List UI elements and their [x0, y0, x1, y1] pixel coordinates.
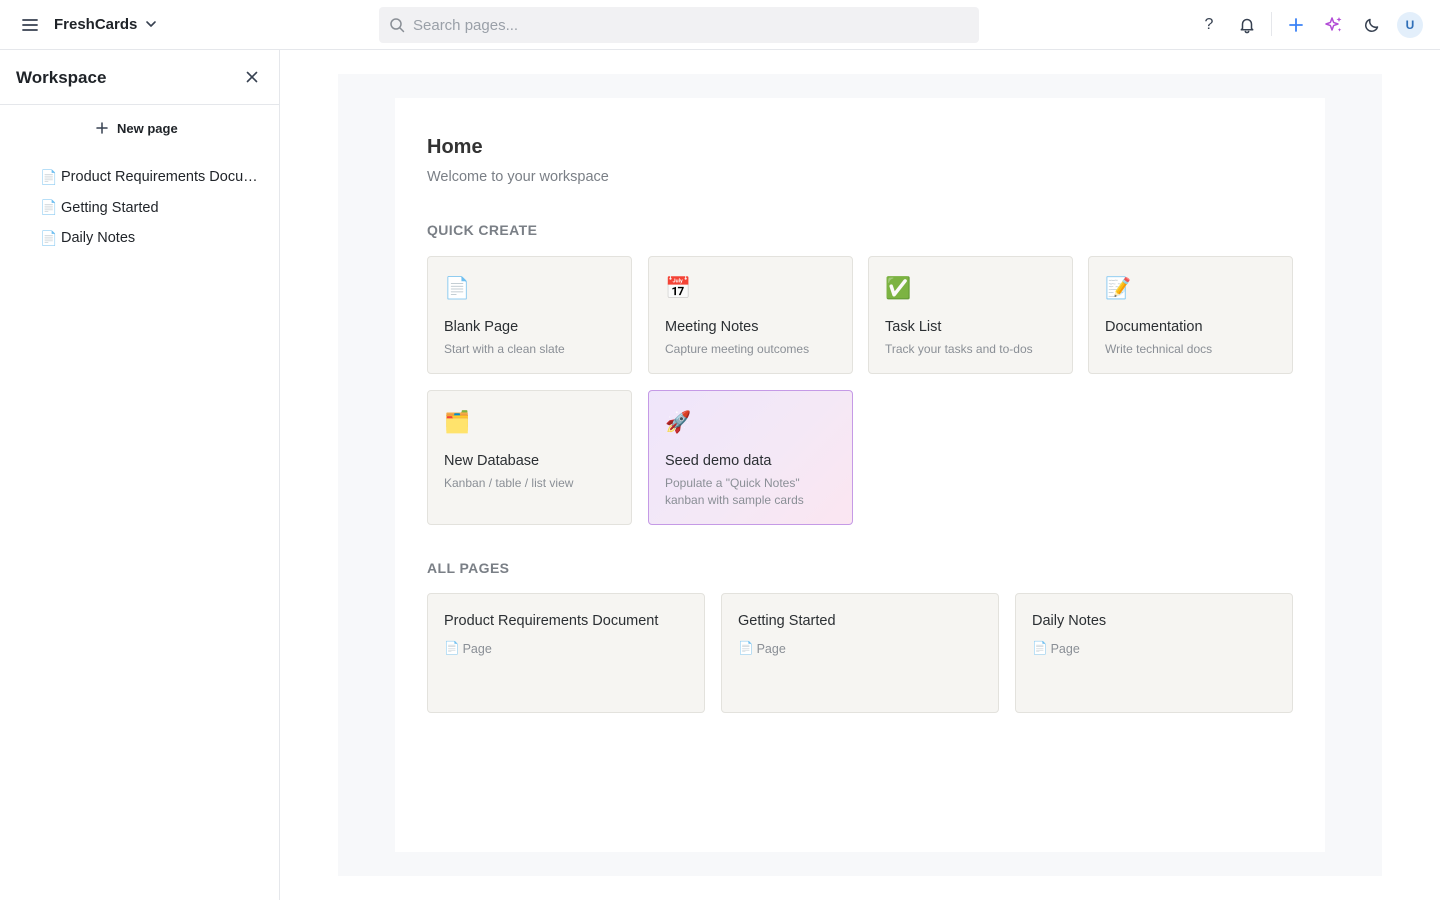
quick-create-documentation[interactable]: 📝 Documentation Write technical docs — [1088, 256, 1293, 374]
quick-create-meeting-notes[interactable]: 📅 Meeting Notes Capture meeting outcomes — [648, 256, 853, 374]
all-pages-heading: ALL PAGES — [427, 560, 510, 576]
plus-icon — [95, 121, 109, 135]
page-card-daily-notes[interactable]: Daily Notes 📄 Page — [1015, 593, 1293, 713]
card-title: Task List — [885, 319, 942, 335]
card-title: New Database — [444, 453, 540, 469]
quick-create-blank-page[interactable]: 📄 Blank Page Start with a clean slate — [427, 256, 632, 374]
quick-create-task-list[interactable]: ✅ Task List Track your tasks and to-dos — [868, 256, 1073, 374]
page-type: 📄 Page — [738, 641, 786, 656]
sidebar-item-getting-started[interactable]: 📄 Getting Started — [40, 193, 260, 224]
page-title: Home — [427, 136, 483, 158]
moon-icon[interactable] — [1360, 13, 1384, 37]
page-card-product-requirements[interactable]: Product Requirements Document 📄 Page — [427, 593, 705, 713]
sidebar-title: Workspace — [16, 68, 107, 87]
page-icon: 📄 — [444, 641, 460, 655]
card-description: Start with a clean slate — [444, 342, 565, 356]
card-description: Track your tasks and to-dos — [885, 342, 1033, 356]
card-title: Meeting Notes — [665, 319, 759, 335]
sidebar-item-label: Getting Started — [61, 199, 159, 216]
sidebar-header: Workspace — [0, 50, 279, 105]
sidebar-item-daily-notes[interactable]: 📄 Daily Notes — [40, 223, 260, 254]
card-description: Write technical docs — [1105, 342, 1213, 356]
page-card-title: Getting Started — [738, 613, 836, 629]
page-card-getting-started[interactable]: Getting Started 📄 Page — [721, 593, 999, 713]
new-page-button[interactable]: New page — [95, 118, 178, 138]
main-content: Home Welcome to your workspace QUICK CRE… — [338, 74, 1382, 876]
home-page: Home Welcome to your workspace QUICK CRE… — [395, 98, 1325, 852]
page-type-label: Page — [462, 641, 492, 656]
card-title: Seed demo data — [665, 453, 772, 469]
page-icon: 📄 — [40, 229, 58, 246]
menu-icon[interactable] — [19, 14, 41, 36]
quick-create-heading: QUICK CREATE — [427, 222, 538, 238]
search-bar[interactable] — [379, 7, 979, 43]
page-type: 📄 Page — [444, 641, 492, 656]
quick-create-new-database[interactable]: 🗂️ New Database Kanban / table / list vi… — [427, 390, 632, 525]
document-icon: 📄 — [444, 277, 471, 300]
help-icon[interactable]: ? — [1197, 13, 1221, 37]
sidebar-page-list: 📄 Product Requirements Document 📄 Gettin… — [40, 162, 260, 254]
page-icon: 📄 — [738, 641, 754, 655]
toolbar-divider — [1271, 12, 1272, 36]
sidebar: Workspace New page 📄 Product Requirement… — [0, 50, 280, 900]
page-icon: 📄 — [40, 199, 58, 216]
card-description: Kanban / table / list view — [444, 476, 574, 490]
memo-icon: 📝 — [1105, 277, 1132, 300]
rocket-icon: 🚀 — [665, 411, 692, 434]
avatar[interactable]: U — [1397, 12, 1423, 38]
add-icon[interactable] — [1284, 13, 1308, 37]
search-input[interactable] — [413, 7, 969, 43]
card-title: Documentation — [1105, 319, 1203, 335]
page-card-title: Daily Notes — [1032, 613, 1107, 629]
close-icon[interactable] — [243, 68, 261, 86]
workspace-brand[interactable]: FreshCards — [54, 16, 137, 33]
sidebar-item-label: Product Requirements Document — [61, 169, 260, 186]
card-description: Populate a "Quick Notes" kanban with sam… — [665, 476, 804, 507]
ai-sparkle-icon[interactable] — [1322, 13, 1346, 37]
card-index-icon: 🗂️ — [444, 411, 471, 434]
page-type: 📄 Page — [1032, 641, 1080, 656]
sidebar-item-product-requirements[interactable]: 📄 Product Requirements Document — [40, 162, 260, 193]
page-type-label: Page — [756, 641, 786, 656]
calendar-icon: 📅 — [665, 277, 692, 300]
seed-demo-data-button[interactable]: 🚀 Seed demo data Populate a "Quick Notes… — [648, 390, 853, 525]
page-icon: 📄 — [1032, 641, 1048, 655]
page-card-title: Product Requirements Document — [444, 613, 659, 629]
page-type-label: Page — [1050, 641, 1080, 656]
top-bar: FreshCards ? U — [0, 0, 1440, 50]
sidebar-item-label: Daily Notes — [61, 230, 136, 247]
new-page-label: New page — [117, 120, 178, 136]
bell-icon[interactable] — [1235, 13, 1259, 37]
chevron-down-icon[interactable] — [142, 15, 160, 33]
page-icon: 📄 — [40, 168, 58, 185]
checkmark-icon: ✅ — [885, 277, 912, 300]
page-subtitle: Welcome to your workspace — [427, 169, 609, 185]
search-icon — [389, 17, 405, 33]
card-description: Capture meeting outcomes — [665, 342, 810, 356]
card-title: Blank Page — [444, 319, 519, 335]
